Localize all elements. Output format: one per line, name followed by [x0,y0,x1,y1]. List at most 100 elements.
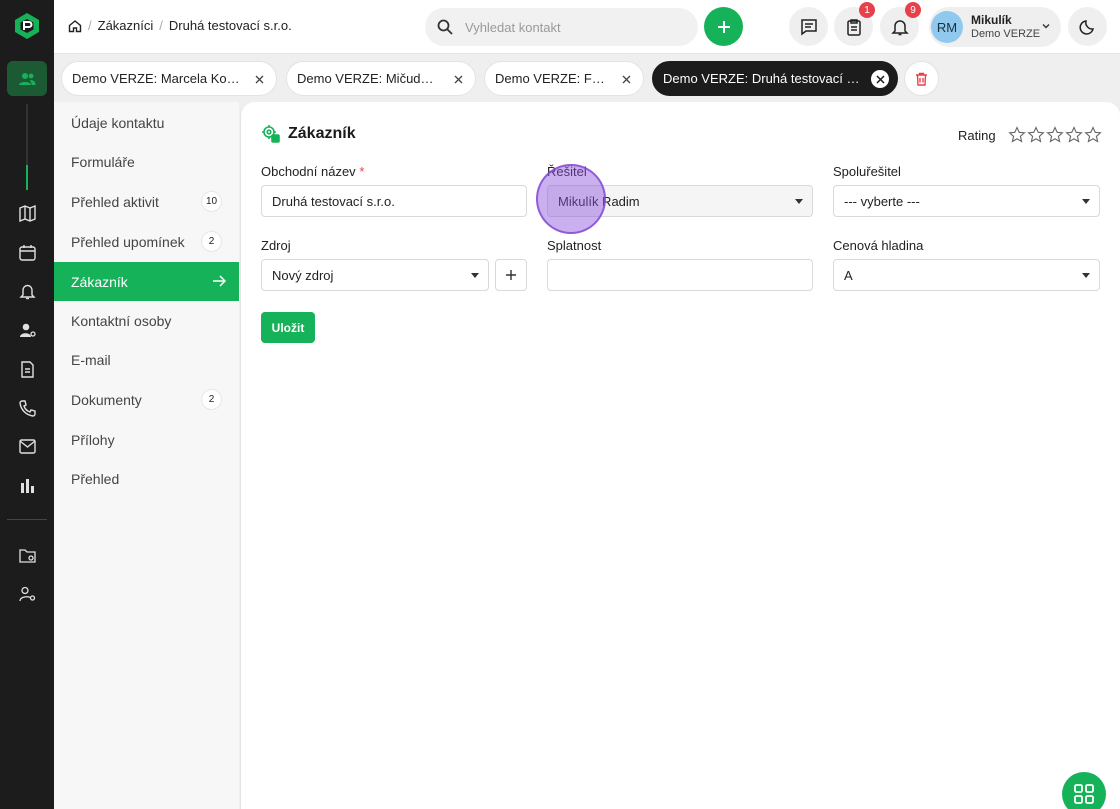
home-icon[interactable] [68,19,82,33]
caret-down-icon [795,199,803,204]
grid-icon [1074,784,1094,804]
cosolver-select[interactable]: --- vyberte --- [833,185,1100,217]
count-badge: 10 [202,192,221,211]
app-logo[interactable] [13,12,41,40]
page-title-text: Zákazník [288,124,356,142]
menu-item-forms[interactable]: Formuláře [54,142,239,181]
source-label: Zdroj [261,238,291,253]
menu-item-label: Přehled [71,470,120,487]
search-input[interactable] [465,19,685,35]
phone-icon [18,399,36,417]
star-icon[interactable] [1083,126,1102,144]
rating-label: Rating [958,127,996,143]
plus-icon [717,20,730,33]
rail-contact-person-button[interactable] [17,320,37,340]
rail-mail-button[interactable] [17,436,37,456]
dark-mode-toggle[interactable] [1068,7,1107,46]
rail-reminders-button[interactable] [17,281,37,301]
price-level-label: Cenová hladina [833,238,924,253]
customer-panel: Zákazník Rating Obchodní název * Druhá t… [240,102,1120,809]
trash-icon [916,72,927,86]
alerts-badge: 9 [905,2,921,18]
rail-phone-button[interactable] [17,398,37,418]
user-info: Mikulík Demo VERZE [971,13,1040,41]
close-icon[interactable] [449,70,467,88]
star-icon[interactable] [1007,126,1026,144]
tab-label: Demo VERZE: Marcela Konv... [72,71,240,86]
rail-map-button[interactable] [17,203,37,223]
user-menu[interactable]: RM Mikulík Demo VERZE [929,7,1061,47]
add-button[interactable] [704,7,743,46]
caret-down-icon [1082,273,1090,278]
rail-calendar-button[interactable] [17,242,37,262]
search-icon [437,19,453,35]
tab-marcela[interactable]: Demo VERZE: Marcela Konv... [61,61,277,96]
business-name-field[interactable]: Druhá testovací s.r.o. [261,185,527,217]
star-icon[interactable] [1026,126,1045,144]
star-icon[interactable] [1064,126,1083,144]
rail-divider [7,519,47,520]
menu-item-attachments[interactable]: Přílohy [54,420,239,459]
rail-documents-button[interactable] [17,359,37,379]
menu-item-email[interactable]: E-mail [54,340,239,379]
user-settings-icon [19,323,36,337]
menu-item-label: Dokumenty [71,391,142,408]
avatar: RM [931,11,963,43]
business-name-value: Druhá testovací s.r.o. [272,193,395,209]
tab-franta[interactable]: Demo VERZE: Franta [484,61,644,96]
save-button[interactable]: Uložit [261,312,315,343]
price-level-value: A [844,267,853,283]
menu-item-reminders[interactable]: Přehled upomínek 2 [54,222,239,261]
due-field[interactable] [547,259,813,291]
left-rail [0,0,54,809]
close-all-tabs-button[interactable] [904,61,939,96]
breadcrumb-separator: / [88,18,92,33]
rail-contacts-button[interactable] [7,61,47,96]
arrow-right-icon [213,275,226,287]
user-org: Demo VERZE [971,28,1041,40]
alerts-button[interactable]: 9 [880,2,921,46]
menu-item-customer[interactable]: Zákazník [54,262,239,301]
users-icon [19,72,36,85]
page-title: Zákazník [261,124,356,143]
rail-reports-button[interactable] [17,475,37,495]
tab-druha-testovaci[interactable]: Demo VERZE: Druhá testovací s.r.o. [652,61,898,96]
mail-icon [18,438,36,454]
source-select[interactable]: Nový zdroj [261,259,489,291]
moon-icon [1078,19,1094,35]
chat-icon [800,18,817,35]
menu-item-contact-persons[interactable]: Kontaktní osoby [54,301,239,340]
bell-icon [890,19,909,35]
tasks-badge: 1 [859,2,875,18]
menu-item-overview[interactable]: Přehled [54,459,239,498]
breadcrumb-customers-link[interactable]: Zákazníci [98,18,154,33]
search-box [425,8,698,46]
messages-button[interactable] [789,7,828,46]
menu-item-contact-details[interactable]: Údaje kontaktu [54,103,239,142]
contact-menu: Údaje kontaktu Formuláře Přehled aktivit… [54,102,239,809]
document-icon [20,360,34,378]
rail-track-active [26,165,28,190]
close-icon[interactable] [250,70,268,88]
rail-user-admin-button[interactable] [17,584,37,604]
menu-item-label: Kontaktní osoby [71,312,172,329]
menu-item-documents[interactable]: Dokumenty 2 [54,380,239,419]
add-source-button[interactable] [495,259,527,291]
bell-icon [18,284,36,299]
cosolver-label: Spoluřešitel [833,164,901,179]
tasks-button[interactable]: 1 [834,2,875,46]
star-icon[interactable] [1045,126,1064,144]
rail-folder-button[interactable] [17,545,37,565]
business-name-label: Obchodní název * [261,164,364,179]
breadcrumb-separator: / [159,18,163,33]
menu-item-activities[interactable]: Přehled aktivit 10 [54,182,239,221]
close-icon[interactable] [617,70,635,88]
close-icon[interactable] [871,70,889,88]
click-indicator [536,164,606,234]
price-level-select[interactable]: A [833,259,1100,291]
breadcrumb: / Zákazníci / Druhá testovací s.r.o. [68,18,292,33]
tab-micuda[interactable]: Demo VERZE: Mičuda a.s. [286,61,476,96]
apps-grid-button[interactable] [1062,772,1106,809]
source-value: Nový zdroj [272,267,334,283]
caret-down-icon [1082,199,1090,204]
